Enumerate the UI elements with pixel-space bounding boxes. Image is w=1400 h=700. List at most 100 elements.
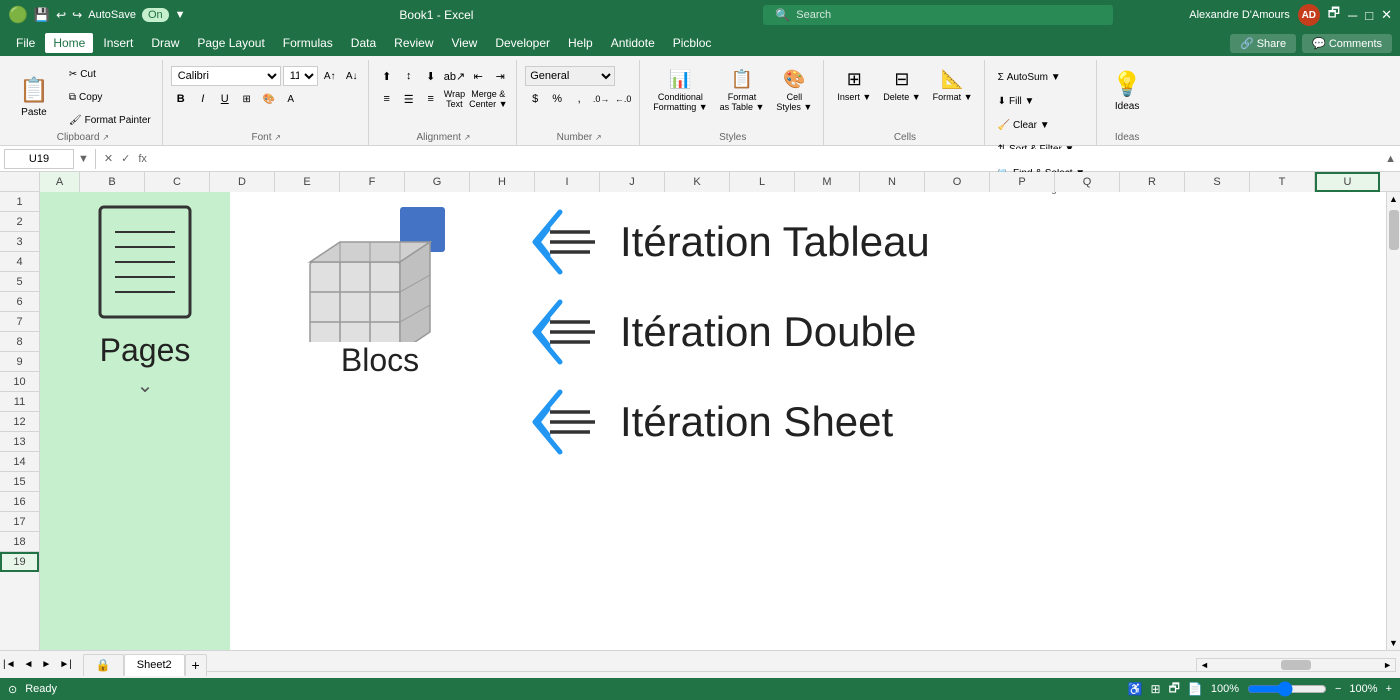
merge-center-button[interactable]: Merge &Center ▼ (468, 89, 508, 109)
cell-reference-input[interactable] (4, 149, 74, 169)
comments-button[interactable]: 💬 Comments (1302, 34, 1392, 53)
share-button[interactable]: 🔗 Share (1230, 34, 1296, 53)
normal-view-icon[interactable]: ⊞ (1151, 682, 1161, 696)
ribbon-toggle-icon[interactable]: 🗗 (1328, 4, 1340, 26)
fill-color-button[interactable]: 🎨 (259, 89, 279, 109)
align-right-button[interactable]: ≡ (421, 89, 441, 109)
menu-picbloc[interactable]: Picbloc (665, 33, 720, 53)
menu-review[interactable]: Review (386, 33, 441, 53)
scroll-down-icon[interactable]: ▼ (1387, 636, 1400, 650)
align-top-button[interactable]: ⬆ (377, 66, 397, 86)
sheet-nav-last-icon[interactable]: ►| (56, 657, 75, 672)
row-header-8[interactable]: 8 (0, 332, 39, 352)
minimize-icon[interactable]: ─ (1348, 8, 1357, 23)
col-header-b[interactable]: B (80, 172, 145, 192)
decimal-decrease-button[interactable]: ←.0 (613, 89, 633, 109)
undo-icon[interactable]: ↩ (56, 8, 66, 22)
col-header-k[interactable]: K (665, 172, 730, 192)
page-layout-view-icon[interactable]: 🗗 (1169, 679, 1180, 700)
cut-button[interactable]: ✂ Cut (64, 63, 156, 85)
formula-expand-icon[interactable]: ▼ (78, 153, 89, 165)
font-name-select[interactable]: Calibri (171, 66, 281, 86)
scroll-right-icon[interactable]: ► (1380, 660, 1395, 670)
scroll-thumb[interactable] (1389, 210, 1399, 250)
indent-decrease-button[interactable]: ⇤ (468, 66, 488, 86)
menu-home[interactable]: Home (45, 33, 93, 53)
row-header-16[interactable]: 16 (0, 492, 39, 512)
fill-button[interactable]: ⬇ Fill ▼ (993, 90, 1091, 112)
zoom-in-icon[interactable]: + (1386, 683, 1392, 695)
indent-increase-button[interactable]: ⇥ (490, 66, 510, 86)
sheet-tab-1[interactable]: 🔒 (83, 654, 124, 676)
redo-icon[interactable]: ↪ (72, 8, 82, 22)
font-color-button[interactable]: A (281, 89, 301, 109)
cancel-formula-icon[interactable]: ✕ (102, 152, 115, 165)
row-header-1[interactable]: 1 (0, 192, 39, 212)
menu-antidote[interactable]: Antidote (603, 33, 663, 53)
sheet-nav-prev-icon[interactable]: ◄ (21, 657, 37, 672)
menu-help[interactable]: Help (560, 33, 601, 53)
row-header-9[interactable]: 9 (0, 352, 39, 372)
align-middle-button[interactable]: ↕ (399, 66, 419, 86)
col-header-c[interactable]: C (145, 172, 210, 192)
borders-button[interactable]: ⊞ (237, 89, 257, 109)
col-header-i[interactable]: I (535, 172, 600, 192)
accessibility-icon[interactable]: ♿ (1128, 682, 1143, 696)
user-avatar[interactable]: AD (1298, 4, 1320, 26)
conditional-formatting-button[interactable]: 📊 ConditionalFormatting ▼ (648, 66, 712, 115)
formula-expand-right-icon[interactable]: ▲ (1385, 153, 1396, 165)
col-header-h[interactable]: H (470, 172, 535, 192)
number-format-select[interactable]: General (525, 66, 615, 86)
col-header-l[interactable]: L (730, 172, 795, 192)
decrease-font-button[interactable]: A↓ (342, 66, 362, 86)
row-header-13[interactable]: 13 (0, 432, 39, 452)
row-header-19[interactable]: 19 (0, 552, 39, 572)
col-header-g[interactable]: G (405, 172, 470, 192)
align-left-button[interactable]: ≡ (377, 89, 397, 109)
horizontal-scrollbar[interactable]: ◄ ► (1196, 658, 1396, 672)
vertical-scrollbar[interactable]: ▲ ▼ (1386, 192, 1400, 650)
scroll-left-icon[interactable]: ◄ (1197, 660, 1212, 670)
col-header-p[interactable]: P (990, 172, 1055, 192)
row-header-15[interactable]: 15 (0, 472, 39, 492)
row-header-4[interactable]: 4 (0, 252, 39, 272)
maximize-icon[interactable]: □ (1365, 8, 1373, 23)
comma-button[interactable]: , (569, 89, 589, 109)
row-header-3[interactable]: 3 (0, 232, 39, 252)
wrap-text-button[interactable]: WrapText (443, 89, 466, 109)
text-orientation-button[interactable]: ab↗ (443, 66, 466, 86)
select-all-button[interactable] (0, 172, 40, 191)
confirm-formula-icon[interactable]: ✓ (119, 152, 132, 165)
row-header-18[interactable]: 18 (0, 532, 39, 552)
menu-insert[interactable]: Insert (95, 33, 141, 53)
h-scroll-thumb[interactable] (1281, 660, 1311, 670)
row-header-11[interactable]: 11 (0, 392, 39, 412)
align-center-button[interactable]: ☰ (399, 89, 419, 109)
col-header-u[interactable]: U (1315, 172, 1380, 192)
row-header-10[interactable]: 10 (0, 372, 39, 392)
italic-button[interactable]: I (193, 89, 213, 109)
col-header-t[interactable]: T (1250, 172, 1315, 192)
bold-button[interactable]: B (171, 89, 191, 109)
col-header-e[interactable]: E (275, 172, 340, 192)
menu-draw[interactable]: Draw (143, 33, 187, 53)
search-bar[interactable]: 🔍 Search (763, 5, 1113, 25)
add-sheet-button[interactable]: + (185, 654, 207, 676)
paste-button[interactable]: 📋 Paste (10, 72, 58, 122)
cell-styles-button[interactable]: 🎨 CellStyles ▼ (771, 66, 817, 115)
row-header-12[interactable]: 12 (0, 412, 39, 432)
formula-input[interactable] (153, 149, 1381, 169)
col-header-n[interactable]: N (860, 172, 925, 192)
sheet-nav-first-icon[interactable]: |◄ (0, 657, 19, 672)
ideas-button[interactable]: 💡 Ideas (1105, 66, 1149, 116)
page-break-view-icon[interactable]: 📄 (1188, 682, 1203, 696)
sheet-nav-next-icon[interactable]: ► (38, 657, 54, 672)
currency-button[interactable]: $ (525, 89, 545, 109)
col-header-j[interactable]: J (600, 172, 665, 192)
menu-formulas[interactable]: Formulas (275, 33, 341, 53)
row-header-5[interactable]: 5 (0, 272, 39, 292)
insert-cells-button[interactable]: ⊞ Insert ▼ (832, 66, 876, 105)
percent-button[interactable]: % (547, 89, 567, 109)
scroll-up-icon[interactable]: ▲ (1387, 192, 1400, 206)
zoom-out-icon[interactable]: − (1335, 683, 1341, 695)
